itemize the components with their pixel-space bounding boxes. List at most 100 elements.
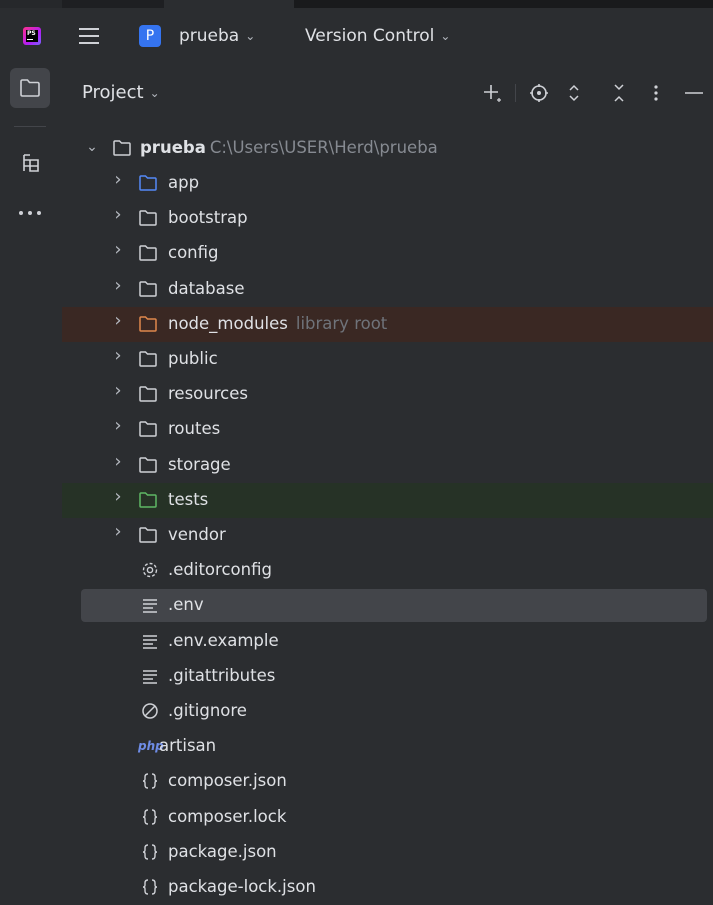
folder-icon bbox=[139, 421, 157, 438]
project-switcher[interactable]: prueba ⌄ bbox=[179, 25, 255, 47]
text-file-icon bbox=[143, 670, 157, 684]
tree-file-row[interactable]: package-lock.json bbox=[62, 870, 713, 905]
chevron-down-icon: ⌄ bbox=[149, 86, 160, 100]
library-root-hint: library root bbox=[295, 313, 388, 333]
tree-item-label: .editorconfig bbox=[168, 560, 272, 580]
tree-folder-row[interactable]: › app bbox=[62, 166, 713, 201]
folder-icon bbox=[113, 140, 131, 156]
tree-item-label: vendor bbox=[168, 525, 226, 544]
tree-item-label: composer.lock bbox=[168, 806, 287, 826]
window-top-strip bbox=[0, 0, 713, 8]
tree-item-label: package.json bbox=[168, 841, 277, 861]
tree-item-label: artisan bbox=[159, 736, 217, 756]
text-file-icon bbox=[143, 634, 157, 649]
tree-item-label: bootstrap bbox=[168, 208, 248, 228]
folder-icon bbox=[139, 280, 157, 297]
folder-icon bbox=[139, 351, 157, 367]
project-name: prueba bbox=[179, 26, 240, 46]
text-file-icon bbox=[143, 599, 157, 614]
tree-file-row[interactable]: package.json bbox=[62, 835, 713, 870]
tool-window-bar bbox=[0, 54, 62, 892]
tree-folder-row[interactable]: › tests bbox=[62, 482, 713, 518]
folder-icon bbox=[139, 245, 157, 262]
tree-item-label: config bbox=[168, 243, 219, 263]
root-path: C:\Users\USER\Herd\prueba bbox=[209, 138, 438, 157]
chevron-right-icon[interactable]: › bbox=[112, 347, 124, 365]
tree-item-label: .env.example bbox=[168, 630, 279, 650]
tree-file-row[interactable]: composer.json bbox=[62, 764, 713, 799]
version-control-menu[interactable]: Version Control ⌄ bbox=[305, 25, 450, 47]
folder-icon bbox=[139, 175, 157, 191]
tree-item-label: composer.json bbox=[168, 771, 287, 791]
gear-icon bbox=[142, 562, 158, 578]
expand-all-icon[interactable] bbox=[564, 82, 584, 104]
more-tools-icon[interactable] bbox=[17, 208, 45, 218]
collapse-all-icon[interactable] bbox=[609, 82, 629, 104]
chevron-right-icon[interactable]: › bbox=[112, 206, 124, 224]
json-icon bbox=[142, 844, 158, 860]
tree-item-label: node_modules library root bbox=[168, 313, 388, 333]
tree-item-label: .gitignore bbox=[168, 701, 247, 720]
tree-file-row[interactable]: .editorconfig bbox=[62, 553, 713, 588]
chevron-down-icon: ⌄ bbox=[440, 29, 451, 43]
json-icon bbox=[142, 879, 158, 895]
tree-folder-row[interactable]: › resources bbox=[62, 377, 713, 412]
tree-root[interactable]: ⌄ prueba C:\Users\USER\Herd\prueba bbox=[62, 131, 713, 166]
tree-item-label: .env bbox=[168, 595, 204, 615]
sidebar-divider bbox=[14, 126, 46, 127]
locate-icon[interactable] bbox=[527, 82, 551, 104]
phpstorm-logo-icon: PS bbox=[23, 27, 41, 45]
structure-icon[interactable] bbox=[20, 152, 42, 174]
ignore-icon bbox=[142, 703, 158, 719]
tree-item-label: storage bbox=[168, 454, 231, 474]
tree-item-label: routes bbox=[168, 419, 221, 439]
tree-item-label: public bbox=[168, 349, 218, 368]
chevron-right-icon[interactable]: › bbox=[112, 171, 124, 189]
version-control-label: Version Control bbox=[305, 26, 435, 46]
tree-folder-row[interactable]: › bootstrap bbox=[62, 201, 713, 236]
title-bar: PS P prueba ⌄ Version Control ⌄ bbox=[0, 8, 713, 54]
toolbar-divider bbox=[515, 84, 516, 102]
project-tool-button[interactable] bbox=[10, 68, 50, 108]
tree-folder-row[interactable]: › config bbox=[62, 236, 713, 271]
folder-icon bbox=[20, 79, 40, 97]
tree-file-row[interactable]: .gitignore bbox=[62, 694, 713, 729]
chevron-right-icon[interactable]: › bbox=[112, 417, 124, 435]
chevron-right-icon[interactable]: › bbox=[112, 311, 124, 329]
tree-file-row[interactable]: composer.lock bbox=[62, 800, 713, 835]
tree-folder-row[interactable]: › routes bbox=[62, 412, 713, 447]
chevron-right-icon[interactable]: › bbox=[112, 241, 124, 259]
folder-icon bbox=[139, 386, 157, 402]
tree-item-label: database bbox=[168, 278, 245, 298]
chevron-right-icon[interactable]: › bbox=[112, 523, 124, 541]
tree-file-row[interactable]: .env bbox=[62, 588, 713, 623]
tree-file-row[interactable]: .env.example bbox=[62, 624, 713, 659]
tree-item-label: app bbox=[168, 173, 200, 192]
tree-file-row[interactable]: .gitattributes bbox=[62, 659, 713, 694]
project-badge[interactable]: P bbox=[139, 25, 161, 47]
tree-folder-row[interactable]: › vendor bbox=[62, 518, 713, 553]
json-icon bbox=[142, 773, 158, 790]
chevron-down-icon[interactable]: ⌄ bbox=[86, 140, 98, 154]
minimize-icon[interactable] bbox=[682, 82, 704, 104]
folder-icon bbox=[139, 456, 157, 473]
tree-folder-row[interactable]: › storage bbox=[62, 448, 713, 483]
json-icon bbox=[142, 808, 158, 825]
tree-folder-row[interactable]: › database bbox=[62, 272, 713, 307]
chevron-right-icon[interactable]: › bbox=[112, 382, 124, 400]
add-icon[interactable] bbox=[480, 82, 506, 104]
folder-icon bbox=[139, 316, 157, 332]
more-options-icon[interactable] bbox=[650, 82, 662, 104]
tree-file-row[interactable]: php artisan bbox=[62, 729, 713, 764]
chevron-right-icon[interactable]: › bbox=[112, 487, 124, 505]
folder-icon bbox=[139, 492, 157, 508]
chevron-right-icon[interactable]: › bbox=[112, 276, 124, 294]
tree-folder-row[interactable]: › public bbox=[62, 342, 713, 377]
chevron-right-icon[interactable]: › bbox=[112, 452, 124, 470]
tree-item-label: resources bbox=[168, 384, 248, 404]
main-menu-icon[interactable] bbox=[79, 28, 99, 44]
panel-title: Project bbox=[82, 82, 144, 103]
folder-icon bbox=[139, 527, 157, 543]
tree-folder-row[interactable]: › node_modules library root bbox=[62, 306, 713, 342]
project-view-selector[interactable]: Project ⌄ bbox=[82, 81, 160, 105]
